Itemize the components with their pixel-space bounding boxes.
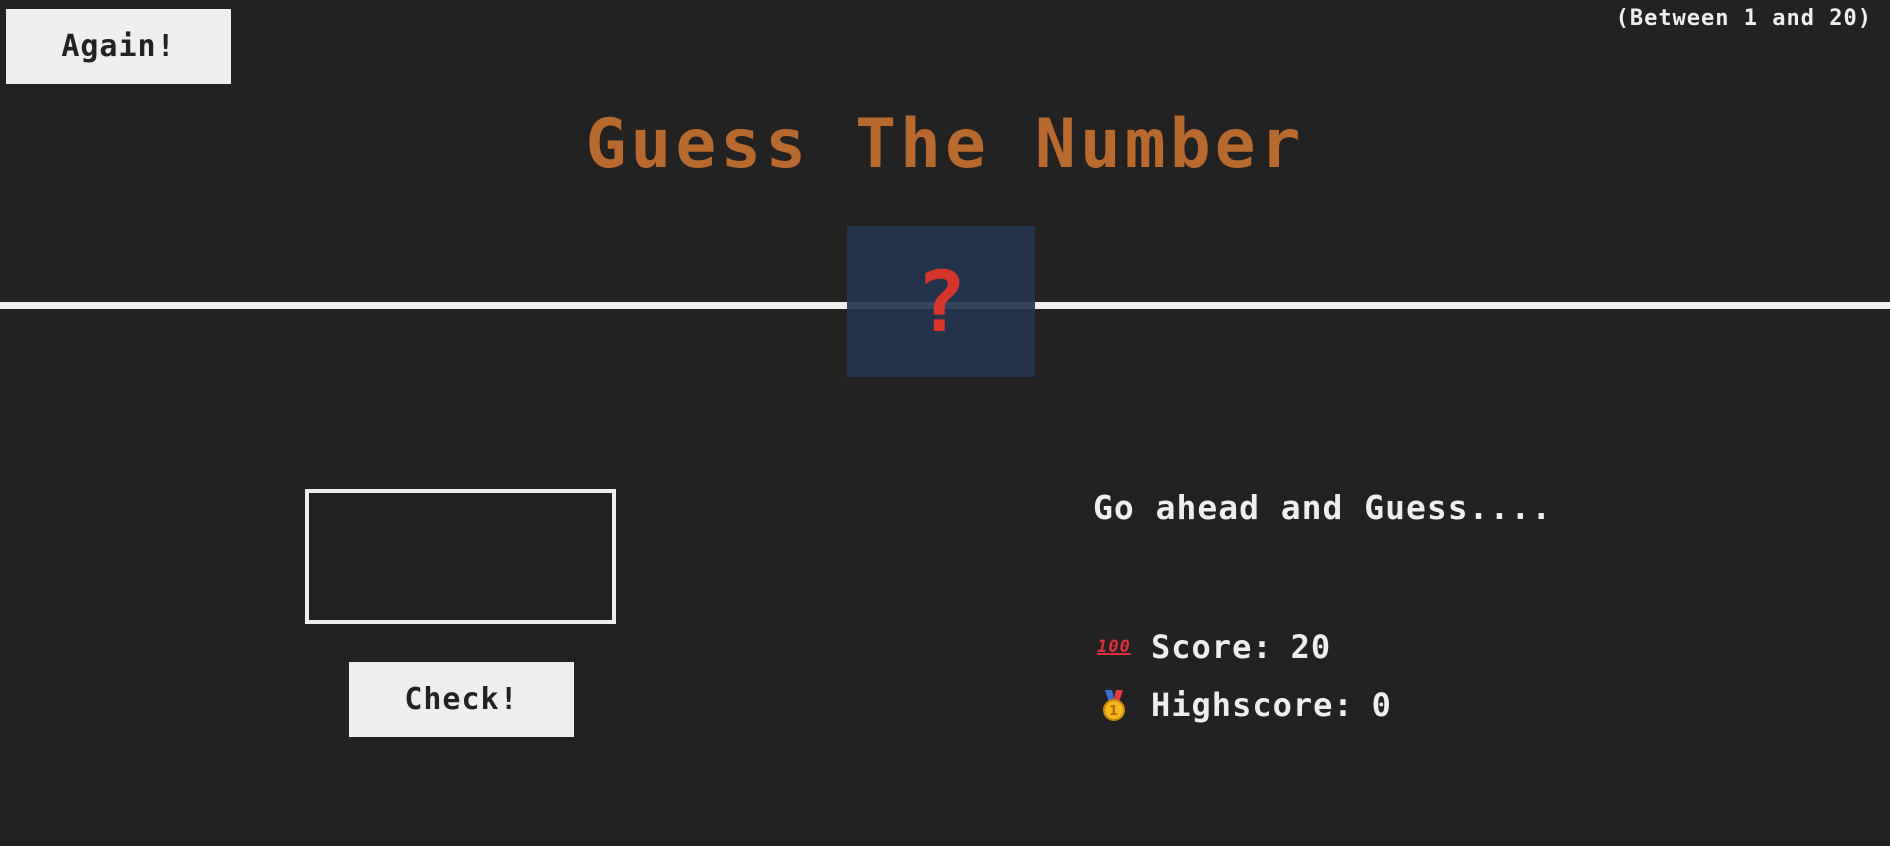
score-label: Score: [1151, 628, 1273, 666]
range-hint: (Between 1 and 20) [1615, 6, 1872, 31]
hundred-points-icon: 100 [1097, 637, 1131, 657]
svg-text:1: 1 [1109, 704, 1119, 719]
highscore-row: 1 Highscore: 0 [1097, 686, 1392, 724]
page-title: Guess The Number [585, 105, 1305, 184]
secret-number-box: ? [847, 226, 1035, 377]
highscore-value: 0 [1371, 686, 1392, 724]
secret-number: ? [915, 252, 967, 351]
check-button[interactable]: Check! [349, 662, 574, 737]
medal-icon: 1 [1097, 688, 1131, 722]
highscore-label: Highscore: [1151, 686, 1354, 724]
score-row: 100 Score: 20 [1097, 628, 1331, 666]
guess-input[interactable] [305, 489, 616, 624]
score-value: 20 [1290, 628, 1332, 666]
status-message: Go ahead and Guess.... [1093, 488, 1553, 527]
again-button[interactable]: Again! [6, 9, 231, 84]
